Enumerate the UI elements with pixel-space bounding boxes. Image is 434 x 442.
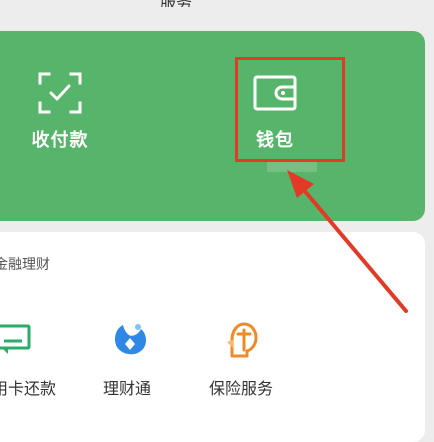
scan-check-icon xyxy=(38,72,82,114)
receive-payment-label: 收付款 xyxy=(31,130,89,151)
receive-payment-button[interactable]: 收付款 xyxy=(0,31,120,221)
wallet-highlight-box xyxy=(235,57,345,162)
insurance-icon xyxy=(227,322,258,358)
page-title: 服务 xyxy=(160,0,212,7)
pay-card: 收付款 钱包 xyxy=(0,31,425,221)
licaitong-label: 理财通 xyxy=(103,379,152,398)
insurance-service-button[interactable]: 保险服务 xyxy=(205,232,295,442)
licaitong-button[interactable]: 理财通 xyxy=(100,232,180,442)
insurance-service-label: 保险服务 xyxy=(209,379,274,398)
finance-card: 金融理财 信用卡还款 理财通 保险服务 xyxy=(0,232,425,442)
credit-card-repayment-label: 信用卡还款 xyxy=(0,379,56,398)
licaitong-icon xyxy=(115,324,147,355)
touch-ripple xyxy=(267,162,317,172)
credit-card-icon xyxy=(0,324,31,354)
credit-card-repayment-button[interactable]: 信用卡还款 xyxy=(0,232,70,442)
